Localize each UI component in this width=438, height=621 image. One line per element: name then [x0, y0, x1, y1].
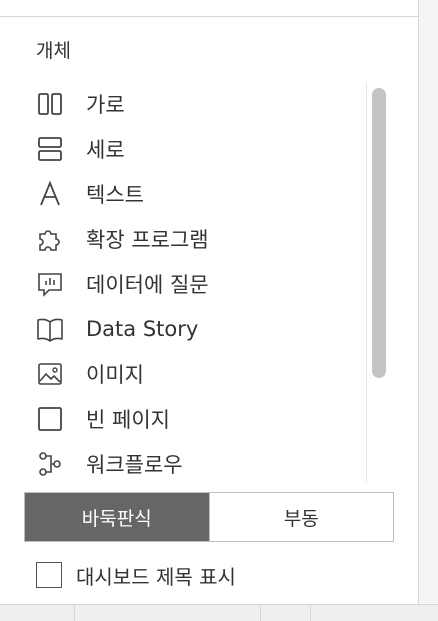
- bottom-tab[interactable]: [74, 605, 261, 621]
- blank-icon: [36, 405, 64, 433]
- layout-toggle: 바둑판식 부동: [24, 492, 394, 542]
- object-item-label: 워크플로우: [86, 453, 183, 477]
- object-item-label: 가로: [86, 93, 125, 117]
- tiled-button[interactable]: 바둑판식: [25, 493, 209, 541]
- object-item-vertical[interactable]: 세로: [22, 129, 352, 169]
- object-item-text[interactable]: 텍스트: [22, 174, 352, 214]
- object-item-label: 이미지: [86, 363, 144, 387]
- section-title: 개체: [36, 40, 71, 62]
- object-item-blank[interactable]: 빈 페이지: [22, 399, 352, 439]
- object-item-image[interactable]: 이미지: [22, 354, 352, 394]
- object-item-extension[interactable]: 확장 프로그램: [22, 219, 352, 259]
- text-icon: [36, 180, 64, 208]
- objects-list: 가로 세로 텍스트 확장 프로그램 데이터에 질문 Data Story 이미지…: [22, 82, 367, 482]
- bottom-tab[interactable]: [260, 605, 311, 621]
- show-title-checkbox[interactable]: [36, 562, 62, 588]
- workflow-icon: [36, 450, 64, 478]
- objects-scrollbar[interactable]: [368, 84, 390, 484]
- show-title-label: 대시보드 제목 표시: [76, 564, 236, 589]
- show-title-row[interactable]: 대시보드 제목 표시: [36, 560, 236, 590]
- object-item-label: 확장 프로그램: [86, 228, 209, 252]
- scrollbar-thumb[interactable]: [372, 88, 386, 378]
- data-story-book-icon: [36, 315, 64, 343]
- object-item-data-story[interactable]: Data Story: [22, 309, 352, 349]
- object-item-label: 텍스트: [86, 183, 144, 207]
- horizontal-container-icon: [36, 90, 64, 118]
- image-icon: [36, 360, 64, 388]
- object-item-horizontal[interactable]: 가로: [22, 84, 352, 124]
- bottom-tab[interactable]: [0, 605, 75, 621]
- object-item-label: Data Story: [86, 317, 199, 341]
- object-item-label: 빈 페이지: [86, 408, 170, 432]
- objects-panel: 개체 가로 세로 텍스트 확장 프로그램 데이터에 질문 Data Story …: [0, 0, 419, 604]
- object-item-workflow[interactable]: 워크플로우: [22, 444, 352, 484]
- floating-button[interactable]: 부동: [208, 493, 393, 541]
- object-item-ask-data[interactable]: 데이터에 질문: [22, 264, 352, 304]
- object-item-label: 데이터에 질문: [86, 273, 209, 297]
- vertical-container-icon: [36, 135, 64, 163]
- extension-puzzle-icon: [36, 225, 64, 253]
- bottom-bar: [0, 604, 438, 621]
- top-divider: [0, 16, 418, 17]
- object-item-label: 세로: [86, 138, 125, 162]
- ask-data-icon: [36, 270, 64, 298]
